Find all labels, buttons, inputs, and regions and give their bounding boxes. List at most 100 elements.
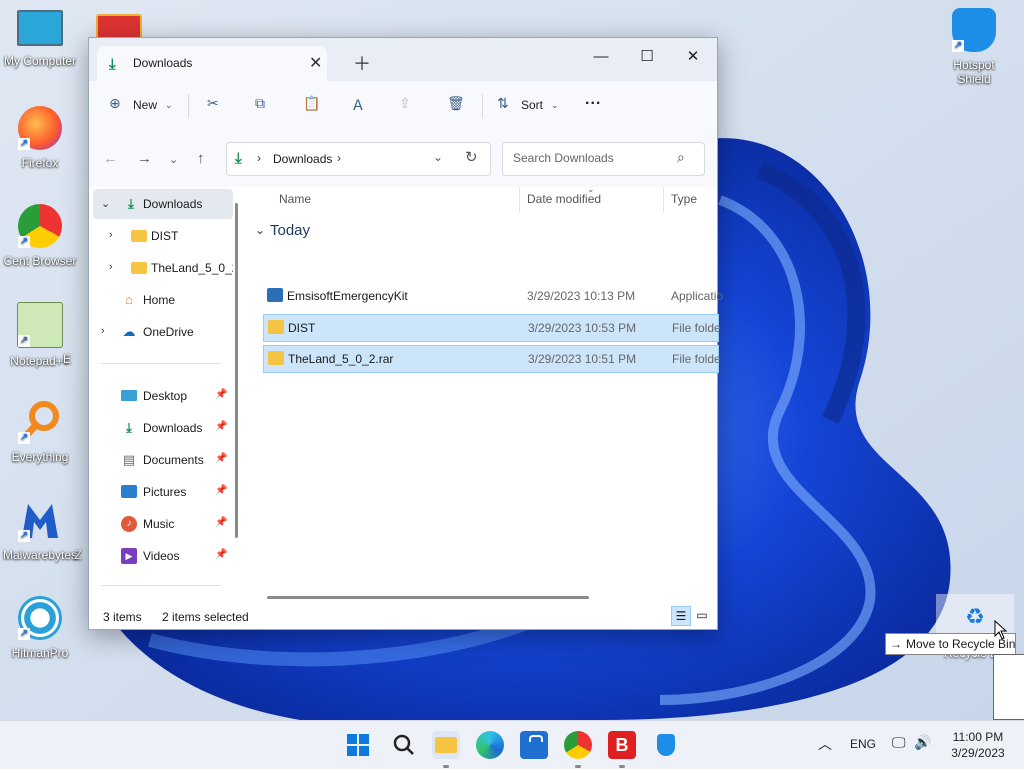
nav-item-downloads-pinned[interactable]: ⤓ Downloads 📌 <box>93 413 233 443</box>
system-clock[interactable]: 11:00 PM 3/29/2023 <box>942 729 1014 761</box>
taskbar-store[interactable] <box>520 731 548 759</box>
network-icon[interactable]: 🖵 <box>892 734 906 751</box>
paste-icon[interactable]: 📋 <box>303 95 320 112</box>
pin-icon[interactable]: 📌 <box>215 453 227 464</box>
new-button-label[interactable]: New <box>133 98 157 112</box>
monitor-icon <box>17 10 63 46</box>
minimize-button[interactable]: — <box>579 44 623 70</box>
toolbar-divider <box>482 94 483 118</box>
close-window-button[interactable]: ✕ <box>671 44 715 70</box>
nav-item-theland[interactable]: › TheLand_5_0_2 <box>93 253 233 283</box>
desktop-icon-everything[interactable]: ↗ Everything <box>0 400 80 464</box>
back-arrow-icon[interactable]: ← <box>103 150 118 167</box>
nav-item-music[interactable]: ♪ Music 📌 <box>93 509 233 539</box>
address-bar[interactable]: ⤓ › Downloads › ⌄ ↻ <box>226 142 491 176</box>
new-button[interactable]: ⊕ <box>109 95 121 112</box>
nav-item-label: TheLand_5_0_2 <box>151 261 233 275</box>
nav-item-dist[interactable]: › DIST <box>93 221 233 251</box>
file-row-dist[interactable]: DIST 3/29/2023 10:53 PM File folde <box>263 314 721 342</box>
refresh-icon[interactable]: ↻ <box>465 148 478 166</box>
nav-item-onedrive[interactable]: › ☁ OneDrive <box>93 317 233 347</box>
desktop-partial-label-e: E <box>62 352 71 366</box>
file-date: 3/29/2023 10:13 PM <box>527 289 636 303</box>
nav-item-pictures[interactable]: Pictures 📌 <box>93 477 233 507</box>
address-history-icon[interactable]: ⌄ <box>433 150 443 164</box>
column-divider[interactable] <box>663 187 664 213</box>
details-view-icon[interactable]: ☰ <box>671 606 691 626</box>
file-row-emsisoft[interactable]: EmsisoftEmergencyKit 3/29/2023 10:13 PM … <box>263 283 723 309</box>
chevron-right-icon[interactable]: › <box>101 325 105 337</box>
copy-icon[interactable]: ⧉ <box>255 95 265 112</box>
search-button[interactable] <box>390 731 418 759</box>
column-header-date[interactable]: Date modified <box>527 192 601 206</box>
desktop-icon-label: HitmanPro <box>11 646 69 660</box>
taskbar-shield-app[interactable] <box>652 731 680 759</box>
column-header-name[interactable]: Name <box>279 192 311 206</box>
file-row-theland[interactable]: TheLand_5_0_2.rar 3/29/2023 10:51 PM Fil… <box>263 345 721 373</box>
chevron-down-icon[interactable]: ⌄ <box>255 223 265 237</box>
nav-item-documents[interactable]: ▤ Documents 📌 <box>93 445 233 475</box>
magnifier-icon: ↗ <box>18 400 62 444</box>
nav-item-videos[interactable]: ▶ Videos 📌 <box>93 541 233 571</box>
recent-chevron-icon[interactable]: ⌄ <box>169 153 178 166</box>
file-type: File folde <box>672 321 721 335</box>
group-header-today[interactable]: Today <box>270 222 310 239</box>
share-icon[interactable]: ⇪ <box>399 95 411 112</box>
breadcrumb-downloads[interactable]: Downloads <box>273 152 332 166</box>
nav-item-desktop[interactable]: Desktop 📌 <box>93 381 233 411</box>
tiles-view-icon[interactable]: ▭ <box>693 606 711 624</box>
nav-item-home[interactable]: ⌂ Home <box>93 285 233 315</box>
chevron-right-icon[interactable]: › <box>337 151 341 165</box>
desktop-icon-firefox[interactable]: ↗ Firefox <box>0 106 80 170</box>
nav-item-downloads[interactable]: ⌄ ⤓ Downloads <box>93 189 233 219</box>
navigation-pane: ⌄ ⤓ Downloads › DIST › TheLand_5_0_2 ⌂ H… <box>89 187 239 599</box>
maximize-button[interactable]: ☐ <box>625 44 669 70</box>
up-arrow-icon[interactable]: ↑ <box>197 150 205 167</box>
tab-label: Downloads <box>133 56 193 70</box>
nav-pane-scrollbar[interactable] <box>235 203 238 538</box>
pin-icon[interactable]: 📌 <box>215 389 227 400</box>
more-options-button[interactable]: ... <box>585 91 601 109</box>
new-tab-button[interactable]: ＋ <box>353 50 371 76</box>
taskbar-cent-browser[interactable] <box>564 731 592 768</box>
pin-icon[interactable]: 📌 <box>215 549 227 560</box>
taskbar-bitdefender[interactable]: B <box>608 731 636 768</box>
volume-icon[interactable]: 🔊 <box>914 734 931 751</box>
search-icon[interactable]: ⌕ <box>677 149 685 166</box>
chevron-right-icon[interactable]: › <box>109 229 113 241</box>
desktop-icon-hitmanpro[interactable]: ↗ HitmanPro <box>0 596 80 660</box>
store-bag-icon <box>529 735 543 742</box>
forward-arrow-icon[interactable]: → <box>137 150 152 167</box>
rename-icon[interactable]: Ａ <box>351 95 365 115</box>
search-box[interactable]: ⌕ <box>502 142 705 176</box>
pin-icon[interactable]: 📌 <box>215 485 227 496</box>
desktop-icon-my-computer[interactable]: My Computer <box>0 10 80 68</box>
item-count: 3 items <box>103 610 142 624</box>
desktop-icon-hotspot-shield[interactable]: ↗ Hotspot Shield <box>934 8 1014 86</box>
sort-button-label[interactable]: Sort <box>521 98 543 112</box>
title-bar: ⤓ Downloads ✕ ＋ — ☐ ✕ <box>89 38 717 81</box>
taskbar-file-explorer[interactable] <box>432 731 460 768</box>
column-header-type[interactable]: Type <box>671 192 697 206</box>
download-arrow-icon: ⤓ <box>235 150 242 167</box>
desktop-icon-label: My Computer <box>3 54 77 68</box>
chevron-right-icon[interactable]: › <box>257 151 261 165</box>
language-indicator[interactable]: ENG <box>850 737 876 751</box>
pin-icon[interactable]: 📌 <box>215 517 227 528</box>
chevron-down-icon[interactable]: ⌄ <box>101 197 110 210</box>
chevron-right-icon[interactable]: › <box>109 261 113 273</box>
pin-icon[interactable]: 📌 <box>215 421 227 432</box>
delete-icon[interactable]: 🗑 <box>447 95 465 112</box>
tab-downloads[interactable]: ⤓ Downloads ✕ <box>97 46 327 81</box>
sort-icon[interactable]: ⇅ <box>497 95 509 112</box>
taskbar-edge[interactable] <box>476 731 504 759</box>
search-input[interactable] <box>511 150 675 166</box>
desktop-icon-cent-browser[interactable]: ↗ Cent Browser <box>0 204 80 268</box>
close-tab-icon[interactable]: ✕ <box>309 53 322 73</box>
start-button[interactable] <box>344 731 372 759</box>
show-hidden-icons-chevron-icon[interactable]: ︿ <box>818 734 832 754</box>
column-divider[interactable] <box>519 187 520 213</box>
desktop-icon-label: Everything <box>11 450 69 464</box>
clock-date: 3/29/2023 <box>951 746 1005 760</box>
cut-icon[interactable]: ✂ <box>207 95 219 112</box>
